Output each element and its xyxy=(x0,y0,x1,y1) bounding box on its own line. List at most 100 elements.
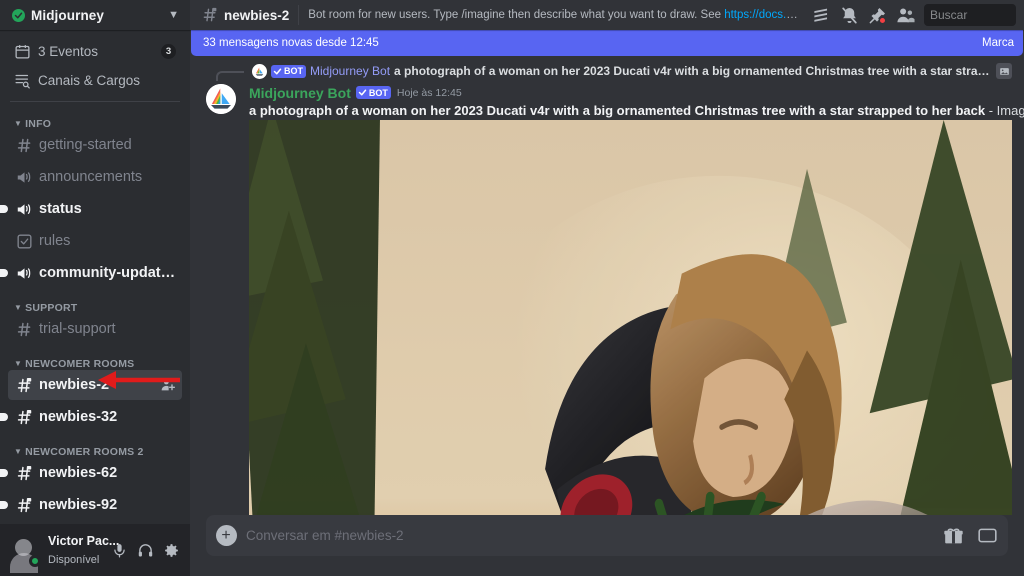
sidebar-item-getting-started[interactable]: getting-started xyxy=(8,130,182,160)
bot-tag: BOT xyxy=(271,64,306,78)
user-panel: Victor Pac... Disponível xyxy=(0,524,190,576)
hash-lock-icon xyxy=(15,464,34,483)
avatar[interactable] xyxy=(206,84,236,114)
unread-indicator xyxy=(0,501,8,509)
member-list-icon[interactable] xyxy=(891,3,919,27)
microphone-icon[interactable] xyxy=(106,537,132,563)
chevron-down-icon: ▼ xyxy=(14,359,23,368)
sidebar-item-newbies-2[interactable]: newbies-2 xyxy=(8,370,182,400)
search-placeholder: Buscar xyxy=(930,8,968,22)
sidebar-item-rules[interactable]: rules xyxy=(8,226,182,256)
reply-reference[interactable]: BOT Midjourney Bot a photograph of a wom… xyxy=(190,62,1024,82)
sidebar-item-newbies-92[interactable]: newbies-92 xyxy=(0,490,182,520)
message: Midjourney Bot BOT Hoje às 12:45 a photo… xyxy=(190,82,1024,515)
sidebar-item-events[interactable]: 3 Eventos 3 xyxy=(8,38,182,65)
message-image-label: - Image #3 xyxy=(988,103,1024,118)
announcement-icon xyxy=(15,264,34,283)
sidebar-channels-roles-label: Canais & Cargos xyxy=(38,73,141,88)
bot-tag-label: BOT xyxy=(368,87,388,98)
composer-icons xyxy=(943,525,998,546)
category-support[interactable]: ▼ SUPPORT xyxy=(0,290,190,314)
pinned-messages-icon[interactable] xyxy=(863,3,891,27)
search-input[interactable]: Buscar xyxy=(924,4,1016,26)
channel-label: trial-support xyxy=(39,321,116,337)
events-badge: 3 xyxy=(161,44,176,59)
message-prompt: a photograph of a woman on her 2023 Duca… xyxy=(249,103,986,118)
hash-icon xyxy=(15,136,34,155)
new-messages-text: 33 mensagens novas desde 12:45 xyxy=(203,37,379,49)
gif-icon[interactable] xyxy=(977,525,998,546)
composer-area: + Conversar em #newbies-2 xyxy=(190,515,1024,576)
announcement-icon xyxy=(15,168,34,187)
sidebar-events-label: 3 Eventos xyxy=(38,44,99,59)
channel-label: community-updates xyxy=(39,265,176,281)
server-header[interactable]: Midjourney ▼ xyxy=(0,0,190,30)
unread-indicator xyxy=(0,205,8,213)
category-support-label: SUPPORT xyxy=(25,302,78,314)
image-attachment-icon xyxy=(996,63,1012,79)
channel-topic[interactable]: Bot room for new users. Type /imagine th… xyxy=(308,9,803,21)
reply-author[interactable]: Midjourney Bot xyxy=(310,64,390,78)
chevron-down-icon: ▼ xyxy=(14,119,23,128)
divider xyxy=(298,5,300,25)
gear-icon[interactable] xyxy=(158,537,184,563)
message-input[interactable]: Conversar em #newbies-2 xyxy=(246,528,943,543)
hash-lock-icon xyxy=(15,376,34,395)
add-attachment-icon[interactable]: + xyxy=(206,515,246,556)
unread-indicator xyxy=(0,413,8,421)
threads-icon[interactable] xyxy=(807,3,835,27)
generated-image[interactable] xyxy=(249,120,1012,515)
mark-as-read-button[interactable]: Marca xyxy=(982,37,1014,49)
channel-label: newbies-92 xyxy=(39,497,118,513)
page-title: newbies-2 xyxy=(224,7,290,23)
unread-indicator xyxy=(0,469,8,477)
gift-icon[interactable] xyxy=(943,525,964,546)
hash-lock-icon xyxy=(15,408,34,427)
rules-icon xyxy=(15,232,34,251)
sidebar-item-announcements[interactable]: announcements xyxy=(8,162,182,192)
bot-tag: BOT xyxy=(355,86,391,99)
avatar[interactable] xyxy=(8,534,41,567)
hash-lock-icon xyxy=(201,6,219,24)
add-member-icon[interactable] xyxy=(160,377,176,393)
sidebar-item-status[interactable]: status xyxy=(0,194,182,224)
category-info[interactable]: ▼ INFO xyxy=(0,106,190,130)
headset-icon[interactable] xyxy=(132,537,158,563)
category-newcomer-rooms-2[interactable]: ▼ NEWCOMER ROOMS 2 xyxy=(0,434,190,458)
chevron-down-icon: ▼ xyxy=(14,447,23,456)
sidebar-item-newbies-32[interactable]: newbies-32 xyxy=(0,402,182,432)
channel-label: status xyxy=(39,201,82,217)
main-content: newbies-2 Bot room for new users. Type /… xyxy=(190,0,1024,576)
channel-topic-link[interactable]: https://docs.midjourney.co... xyxy=(724,9,803,21)
reply-prompt: a photograph of a woman on her 2023 Duca… xyxy=(394,64,992,78)
message-composer[interactable]: + Conversar em #newbies-2 xyxy=(206,515,1008,556)
channel-topic-text: Bot room for new users. Type /imagine th… xyxy=(308,9,725,21)
notifications-off-icon[interactable] xyxy=(835,3,863,27)
chevron-down-icon[interactable]: ▼ xyxy=(168,9,179,21)
new-messages-banner[interactable]: 33 mensagens novas desde 12:45 Marca xyxy=(191,30,1023,56)
user-status-text: Disponível xyxy=(48,554,100,566)
category-newcomer-rooms-label: NEWCOMER ROOMS xyxy=(25,358,135,370)
sidebar-item-newbies-62[interactable]: newbies-62 xyxy=(0,458,182,488)
discord-app-window: Midjourney ▼ 3 Eventos 3 Canais & Cargos xyxy=(0,0,1024,576)
unread-indicator xyxy=(0,269,8,277)
sidebar-divider xyxy=(10,101,180,102)
chevron-down-icon: ▼ xyxy=(14,303,23,312)
sidebar-scroll-area: 3 Eventos 3 Canais & Cargos ▼ INFO getti… xyxy=(0,30,190,524)
sidebar-item-trial-support[interactable]: trial-support xyxy=(8,314,182,344)
sidebar-item-channels-roles[interactable]: Canais & Cargos xyxy=(8,67,182,94)
channel-label: newbies-2 xyxy=(39,377,110,393)
announcement-icon xyxy=(15,200,34,219)
channel-label: newbies-32 xyxy=(39,409,118,425)
calendar-icon xyxy=(14,43,31,60)
reply-preview: a photograph of a woman on her 2023 Duca… xyxy=(394,64,992,78)
message-author[interactable]: Midjourney Bot xyxy=(249,85,351,101)
user-info[interactable]: Victor Pac... Disponível xyxy=(48,532,119,569)
avatar xyxy=(252,63,267,79)
sidebar-item-community-updates[interactable]: community-updates xyxy=(0,258,182,288)
category-chat-row: ▼ CHAT 1 EM VOZ xyxy=(0,522,190,524)
pin-unread-dot xyxy=(879,17,886,24)
message-timestamp: Hoje às 12:45 xyxy=(396,86,462,99)
category-info-label: INFO xyxy=(25,118,52,130)
category-newcomer-rooms[interactable]: ▼ NEWCOMER ROOMS xyxy=(0,346,190,370)
